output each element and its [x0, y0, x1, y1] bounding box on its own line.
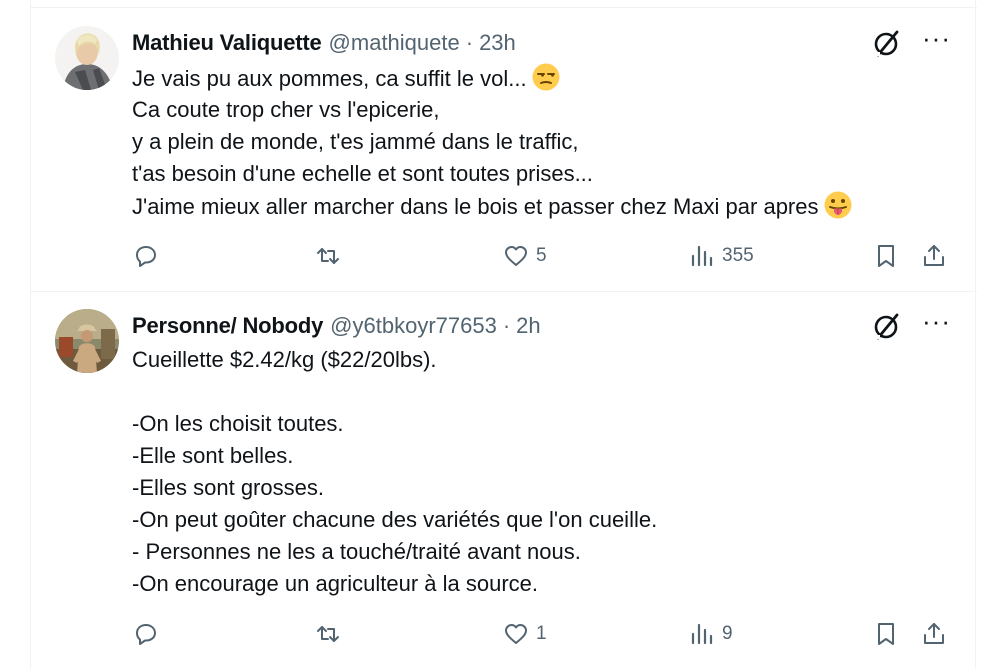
- views-chart-icon: [691, 245, 713, 267]
- tweet-header: Mathieu Valiquette @mathiquete · 23h ···: [132, 25, 957, 58]
- grok-icon[interactable]: [872, 28, 902, 58]
- tweet-text-line: Cueillette $2.42/kg ($22/20lbs).: [132, 347, 437, 372]
- reply-button[interactable]: [132, 238, 166, 274]
- tweet-text-line: Ca coute trop cher vs l'epicerie,: [132, 97, 440, 122]
- timestamp[interactable]: 23h: [479, 30, 516, 56]
- more-options-button[interactable]: ···: [922, 308, 951, 334]
- bookmark-icon: [878, 623, 894, 645]
- bookmark-icon: [878, 245, 894, 267]
- tweet-text-line: t'as besoin d'une echelle et sont toutes…: [132, 161, 593, 186]
- separator-dot: ·: [502, 313, 511, 338]
- share-button[interactable]: [920, 616, 948, 652]
- share-button[interactable]: [920, 238, 948, 274]
- tweet[interactable]: Personne/ Nobody @y6tbkoyr77653 · 2h ···…: [31, 292, 977, 668]
- reply-icon: [136, 624, 156, 645]
- views-button[interactable]: 9: [688, 616, 733, 652]
- tweet[interactable]: Mathieu Valiquette @mathiquete · 23h ···…: [31, 7, 977, 292]
- tweet-text: Cueillette $2.42/kg ($22/20lbs). -On les…: [132, 344, 937, 600]
- heart-icon: [505, 246, 527, 266]
- view-count: 9: [722, 623, 733, 644]
- like-button[interactable]: 1: [502, 616, 547, 652]
- like-count: 1: [536, 623, 547, 644]
- author-handle[interactable]: @mathiquete: [329, 30, 460, 56]
- tweet-text-line: y a plein de monde, t'es jammé dans le t…: [132, 129, 579, 154]
- tweet-text-line: J'aime mieux aller marcher dans le bois …: [132, 190, 937, 222]
- views-button[interactable]: 355: [688, 238, 754, 274]
- retweet-icon: [317, 626, 339, 642]
- tweet-text-line: -On peut goûter chacune des variétés que…: [132, 507, 658, 532]
- like-count: 5: [536, 245, 547, 266]
- tongue-out-face-emoji: [824, 191, 851, 219]
- grok-icon[interactable]: [872, 311, 902, 341]
- tweet-text-line: -Elles sont grosses.: [132, 475, 324, 500]
- timeline-feed: Mathieu Valiquette @mathiquete · 23h ···…: [30, 0, 977, 668]
- tweet-text-line: Je vais pu aux pommes, ca suffit le vol.…: [132, 62, 937, 94]
- share-icon: [924, 623, 944, 644]
- views-chart-icon: [691, 623, 713, 645]
- unamused-face-emoji: [532, 63, 560, 91]
- tweet-text-line: - Personnes ne les a touché/traité avant…: [132, 539, 581, 564]
- retweet-button[interactable]: [314, 238, 348, 274]
- bookmark-button[interactable]: [872, 616, 900, 652]
- tweet-actions: 1 9: [132, 616, 962, 652]
- tweet-text-line: -On encourage un agriculteur à la source…: [132, 571, 539, 596]
- bookmark-button[interactable]: [872, 238, 900, 274]
- more-options-button[interactable]: ···: [922, 25, 951, 51]
- reply-button[interactable]: [132, 616, 166, 652]
- tweet-actions: 5 355: [132, 238, 962, 274]
- retweet-icon: [317, 248, 339, 264]
- tweet-text-line: -On les choisit toutes.: [132, 411, 344, 436]
- author-handle[interactable]: @y6tbkoyr77653: [330, 313, 497, 339]
- tweet-text-line: -Elle sont belles.: [132, 443, 294, 468]
- tweet-text: Je vais pu aux pommes, ca suffit le vol.…: [132, 62, 937, 222]
- share-icon: [924, 245, 944, 266]
- like-button[interactable]: 5: [502, 238, 547, 274]
- reply-icon: [136, 246, 156, 267]
- timestamp[interactable]: 2h: [516, 313, 540, 339]
- tweet-header: Personne/ Nobody @y6tbkoyr77653 · 2h ···: [132, 308, 957, 341]
- avatar[interactable]: [55, 26, 119, 90]
- author-name[interactable]: Mathieu Valiquette: [132, 30, 322, 56]
- avatar[interactable]: [55, 309, 119, 373]
- separator-dot: ·: [465, 30, 474, 55]
- author-name[interactable]: Personne/ Nobody: [132, 313, 323, 339]
- retweet-button[interactable]: [314, 616, 348, 652]
- heart-icon: [505, 624, 527, 644]
- view-count: 355: [722, 245, 754, 266]
